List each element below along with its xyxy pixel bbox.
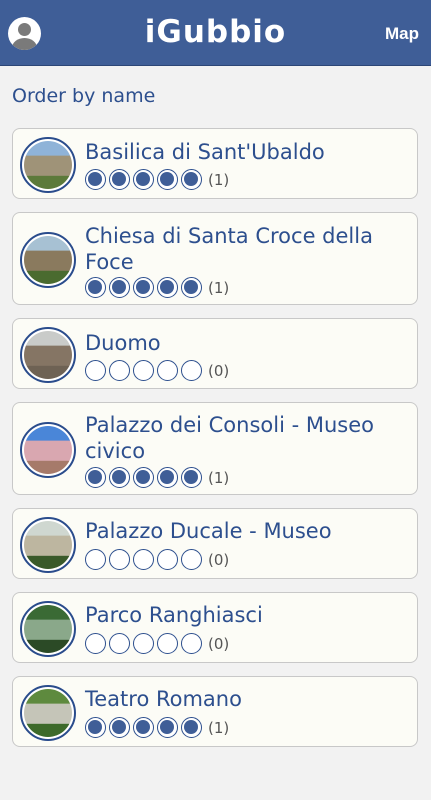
rating-empty-icon	[157, 633, 178, 654]
place-card[interactable]: Chiesa di Santa Croce della Foce (1)	[12, 212, 418, 305]
rating-count: (0)	[208, 634, 230, 653]
rating-empty-icon	[133, 360, 154, 381]
rating-empty-icon	[133, 549, 154, 570]
rating-filled-icon	[133, 277, 154, 298]
rating-empty-icon	[85, 633, 106, 654]
place-thumbnail	[20, 517, 76, 573]
place-card[interactable]: Palazzo dei Consoli - Museo civico (1)	[12, 402, 418, 495]
rating-stars: (1)	[85, 277, 229, 299]
rating-empty-icon	[181, 360, 202, 381]
place-name: Chiesa di Santa Croce della Foce	[85, 224, 373, 274]
place-name: Duomo	[85, 331, 161, 355]
place-photo	[24, 426, 72, 474]
rating-stars: (0)	[85, 360, 229, 382]
rating-filled-icon	[109, 717, 130, 738]
place-name: Palazzo dei Consoli - Museo civico	[85, 413, 374, 463]
place-name: Palazzo Ducale - Museo	[85, 519, 332, 543]
place-thumbnail	[20, 327, 76, 383]
place-photo	[24, 605, 72, 653]
rating-filled-icon	[181, 169, 202, 190]
place-thumbnail	[20, 137, 76, 193]
rating-filled-icon	[157, 717, 178, 738]
rating-filled-icon	[85, 169, 106, 190]
rating-stars: (1)	[85, 467, 229, 489]
rating-stars: (0)	[85, 633, 229, 655]
rating-filled-icon	[85, 467, 106, 488]
rating-count: (0)	[208, 550, 230, 569]
rating-filled-icon	[133, 467, 154, 488]
rating-filled-icon	[85, 277, 106, 298]
rating-filled-icon	[109, 277, 130, 298]
place-name: Basilica di Sant'Ubaldo	[85, 140, 325, 164]
rating-count: (1)	[208, 278, 230, 297]
rating-count: (1)	[208, 170, 230, 189]
rating-count: (0)	[208, 361, 230, 380]
rating-empty-icon	[133, 633, 154, 654]
rating-filled-icon	[181, 277, 202, 298]
place-card[interactable]: Duomo (0)	[12, 318, 418, 389]
rating-empty-icon	[157, 360, 178, 381]
place-name: Teatro Romano	[85, 687, 242, 711]
place-thumbnail	[20, 232, 76, 288]
rating-empty-icon	[181, 633, 202, 654]
place-card[interactable]: Basilica di Sant'Ubaldo (1)	[12, 128, 418, 199]
place-thumbnail	[20, 422, 76, 478]
rating-count: (1)	[208, 468, 230, 487]
app-header: iGubbio Map	[0, 0, 431, 66]
rating-empty-icon	[109, 633, 130, 654]
rating-filled-icon	[109, 467, 130, 488]
rating-filled-icon	[181, 467, 202, 488]
map-button[interactable]: Map	[385, 24, 419, 44]
place-photo	[24, 521, 72, 569]
place-thumbnail	[20, 685, 76, 741]
rating-empty-icon	[109, 360, 130, 381]
rating-filled-icon	[133, 169, 154, 190]
rating-stars: (1)	[85, 717, 229, 739]
place-photo	[24, 236, 72, 284]
rating-count: (1)	[208, 718, 230, 737]
rating-filled-icon	[181, 717, 202, 738]
place-thumbnail	[20, 601, 76, 657]
place-card[interactable]: Palazzo Ducale - Museo (0)	[12, 508, 418, 579]
rating-filled-icon	[85, 717, 106, 738]
rating-filled-icon	[157, 169, 178, 190]
rating-filled-icon	[133, 717, 154, 738]
rating-stars: (0)	[85, 549, 229, 571]
rating-filled-icon	[157, 467, 178, 488]
order-by-label[interactable]: Order by name	[12, 85, 155, 107]
rating-empty-icon	[85, 360, 106, 381]
rating-empty-icon	[181, 549, 202, 570]
place-card[interactable]: Teatro Romano (1)	[12, 676, 418, 747]
rating-empty-icon	[85, 549, 106, 570]
place-photo	[24, 331, 72, 379]
place-card[interactable]: Parco Ranghiasci (0)	[12, 592, 418, 663]
place-photo	[24, 141, 72, 189]
rating-empty-icon	[109, 549, 130, 570]
rating-filled-icon	[109, 169, 130, 190]
app-logo: iGubbio	[144, 14, 287, 50]
place-name: Parco Ranghiasci	[85, 603, 263, 627]
rating-stars: (1)	[85, 169, 229, 191]
rating-empty-icon	[157, 549, 178, 570]
place-photo	[24, 689, 72, 737]
rating-filled-icon	[157, 277, 178, 298]
